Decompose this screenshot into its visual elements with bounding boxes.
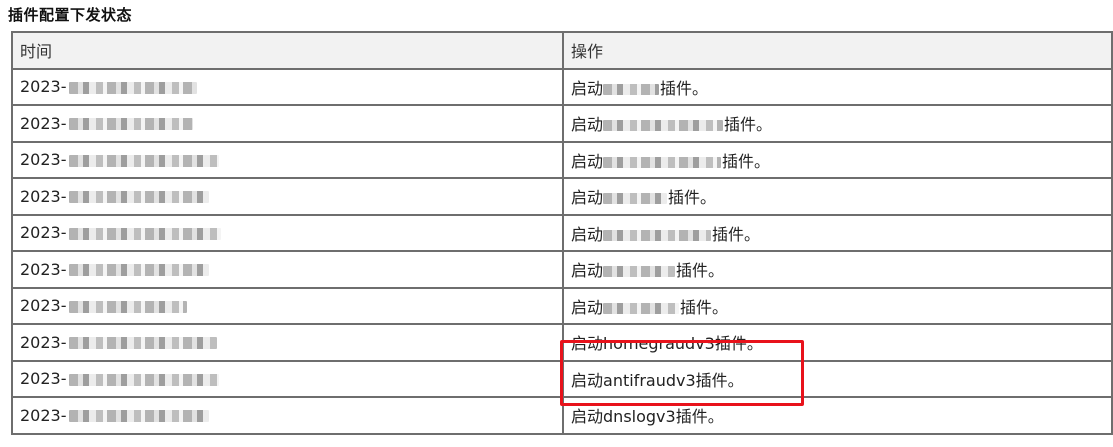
time-text: 2023-	[20, 405, 67, 425]
time-text: 2023-	[20, 77, 67, 97]
operation-suffix: 插件。	[668, 188, 717, 208]
column-header-operation: 操作	[562, 31, 1113, 70]
operation-suffix: 插件。	[695, 370, 744, 390]
operation-prefix: 启动	[571, 78, 604, 98]
plugin-name: homegraudv3	[603, 334, 715, 354]
redacted-timestamp	[68, 118, 193, 131]
cell-time: 2023-	[11, 359, 564, 398]
redacted-timestamp	[68, 373, 219, 386]
operation-prefix: 启动	[571, 115, 604, 135]
cell-time: 2023-	[11, 177, 564, 216]
table-body: 2023- 启动 插件。 2023- 启动 插件。 2023- 启动 插件。 2023- 启动 插件。…	[11, 67, 1113, 435]
cell-operation: 启动 插件。	[562, 140, 1113, 179]
table-row: 2023- 启动 插件。	[11, 104, 1113, 143]
redacted-plugin-name	[603, 193, 668, 205]
cell-time: 2023-	[11, 67, 564, 106]
table-header-row: 时间 操作	[11, 31, 1113, 70]
redacted-timestamp	[68, 300, 187, 313]
cell-time: 2023-	[11, 396, 564, 435]
operation-prefix: 启动	[571, 334, 604, 354]
column-header-time: 时间	[11, 31, 564, 70]
redacted-plugin-name	[603, 156, 722, 168]
operation-prefix: 启动	[571, 224, 604, 244]
time-text: 2023-	[20, 296, 67, 316]
operation-suffix: 插件。	[660, 78, 709, 98]
time-text: 2023-	[20, 332, 67, 352]
operation-suffix: 插件。	[676, 261, 725, 281]
redacted-timestamp	[68, 227, 221, 240]
plugin-name: antifraudv3	[603, 370, 696, 390]
redacted-plugin-name	[603, 83, 660, 95]
table-row: 2023- 启动antifraudv3插件。	[11, 359, 1113, 398]
operation-prefix: 启动	[571, 407, 604, 427]
table-row: 2023- 启动 插件。	[11, 67, 1113, 106]
table-row: 2023- 启动dnslogv3插件。	[11, 396, 1113, 435]
cell-time: 2023-	[11, 213, 564, 252]
cell-operation: 启动 插件。	[562, 213, 1113, 252]
table-row: 2023- 启动 插件。	[11, 286, 1113, 325]
operation-suffix: 插件。	[675, 407, 724, 427]
cell-operation: 启动antifraudv3插件。	[562, 359, 1113, 398]
cell-operation: 启动homegraudv3插件。	[562, 323, 1113, 362]
redacted-timestamp	[68, 410, 209, 423]
time-text: 2023-	[20, 369, 67, 389]
redacted-timestamp	[68, 191, 209, 204]
cell-time: 2023-	[11, 250, 564, 289]
redacted-timestamp	[68, 337, 217, 350]
plugin-status-table: 时间 操作 2023- 启动 插件。 2023- 启动 插件。 2023- 启动 插件。 2023…	[11, 31, 1113, 435]
redacted-timestamp	[68, 264, 209, 277]
redacted-timestamp	[68, 154, 219, 167]
cell-operation: 启动dnslogv3插件。	[562, 396, 1113, 435]
cell-operation: 启动 插件。	[562, 177, 1113, 216]
cell-time: 2023-	[11, 104, 564, 143]
redacted-plugin-name	[603, 229, 712, 241]
operation-suffix: 插件。	[712, 224, 761, 244]
plugin-status-table-container: 时间 操作 2023- 启动 插件。 2023- 启动 插件。 2023- 启动 插件。 2023…	[11, 31, 1113, 435]
redacted-plugin-name	[603, 266, 676, 278]
operation-suffix: 插件。	[714, 334, 763, 354]
cell-time: 2023-	[11, 323, 564, 362]
time-text: 2023-	[20, 150, 67, 170]
time-text: 2023-	[20, 186, 67, 206]
operation-suffix: 插件。	[680, 297, 729, 317]
table-row: 2023- 启动 插件。	[11, 177, 1113, 216]
table-row: 2023- 启动 插件。	[11, 140, 1113, 179]
operation-prefix: 启动	[571, 261, 604, 281]
time-text: 2023-	[20, 113, 67, 133]
redacted-plugin-name	[603, 120, 724, 132]
table-row: 2023- 启动 插件。	[11, 250, 1113, 289]
operation-suffix: 插件。	[724, 115, 773, 135]
section-title: 插件配置下发状态	[8, 6, 133, 24]
cell-operation: 启动 插件。	[562, 67, 1113, 106]
redacted-plugin-name	[603, 302, 680, 314]
cell-time: 2023-	[11, 286, 564, 325]
operation-suffix: 插件。	[722, 151, 771, 171]
operation-prefix: 启动	[571, 297, 604, 317]
time-text: 2023-	[20, 223, 67, 243]
cell-operation: 启动 插件。	[562, 250, 1113, 289]
redacted-timestamp	[68, 81, 197, 94]
cell-time: 2023-	[11, 140, 564, 179]
time-text: 2023-	[20, 259, 67, 279]
cell-operation: 启动 插件。	[562, 286, 1113, 325]
plugin-name: dnslogv3	[603, 407, 676, 427]
cell-operation: 启动 插件。	[562, 104, 1113, 143]
operation-prefix: 启动	[571, 370, 604, 390]
operation-prefix: 启动	[571, 188, 604, 208]
table-row: 2023- 启动 插件。	[11, 213, 1113, 252]
table-row: 2023- 启动homegraudv3插件。	[11, 323, 1113, 362]
operation-prefix: 启动	[571, 151, 604, 171]
